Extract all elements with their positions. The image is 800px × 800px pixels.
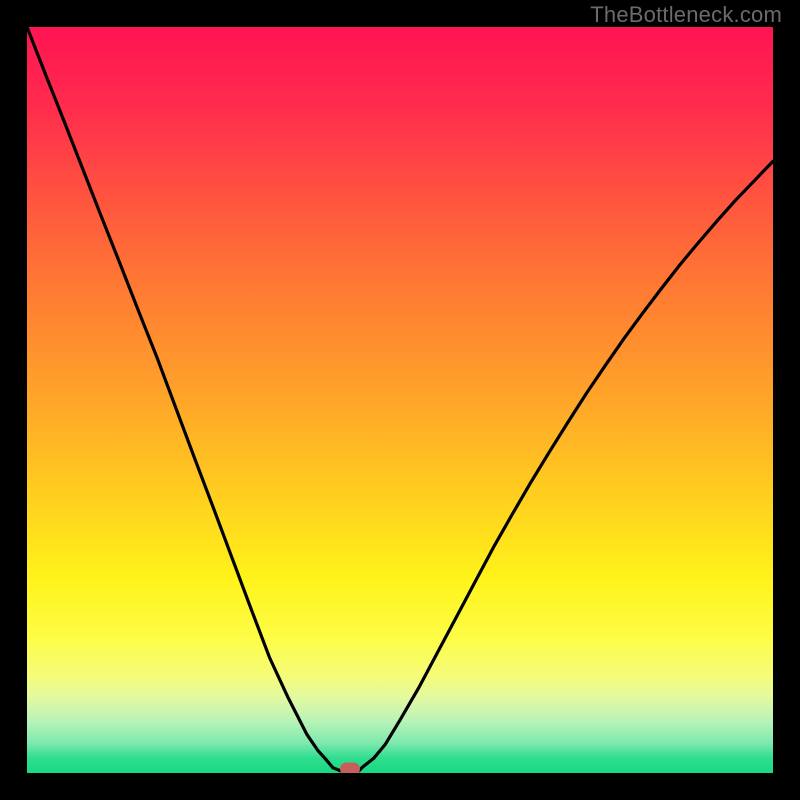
plot-area	[27, 27, 773, 773]
watermark-text: TheBottleneck.com	[590, 2, 782, 28]
optimal-point-marker	[340, 762, 360, 773]
chart-container: TheBottleneck.com	[0, 0, 800, 800]
bottleneck-curve	[27, 27, 773, 773]
